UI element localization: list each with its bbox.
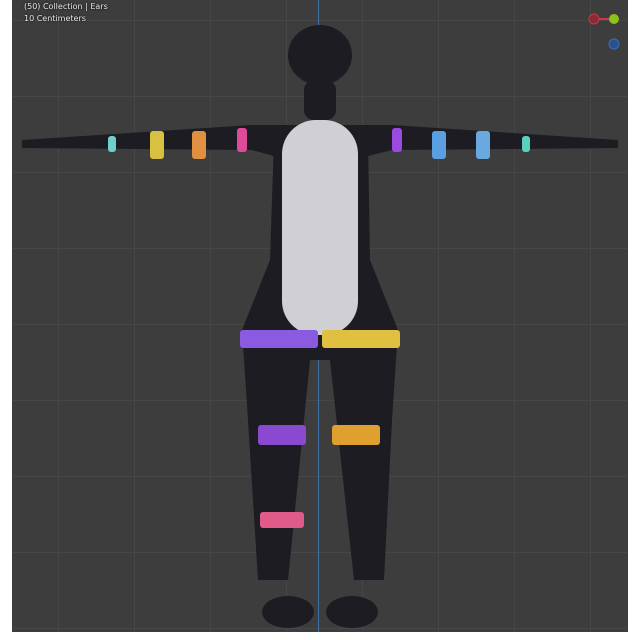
character-model[interactable] [12, 0, 628, 632]
model-band [260, 512, 304, 528]
model-band [392, 128, 402, 152]
model-band [258, 425, 306, 445]
model-band [332, 425, 380, 445]
x-axis-icon[interactable] [588, 13, 600, 25]
model-band [108, 136, 116, 152]
3d-viewport[interactable]: (50) Collection | Ears 10 Centimeters [12, 0, 628, 632]
z-axis-icon[interactable] [608, 38, 620, 50]
model-band [476, 131, 490, 159]
y-axis-icon[interactable] [609, 14, 619, 24]
model-band [237, 128, 247, 152]
model-band [192, 131, 206, 159]
model-band [322, 330, 400, 348]
model-torso-front [282, 120, 358, 335]
model-band [150, 131, 164, 159]
model-band [432, 131, 446, 159]
model-band [522, 136, 530, 152]
navigation-gizmo[interactable] [588, 8, 628, 52]
model-band [240, 330, 318, 348]
